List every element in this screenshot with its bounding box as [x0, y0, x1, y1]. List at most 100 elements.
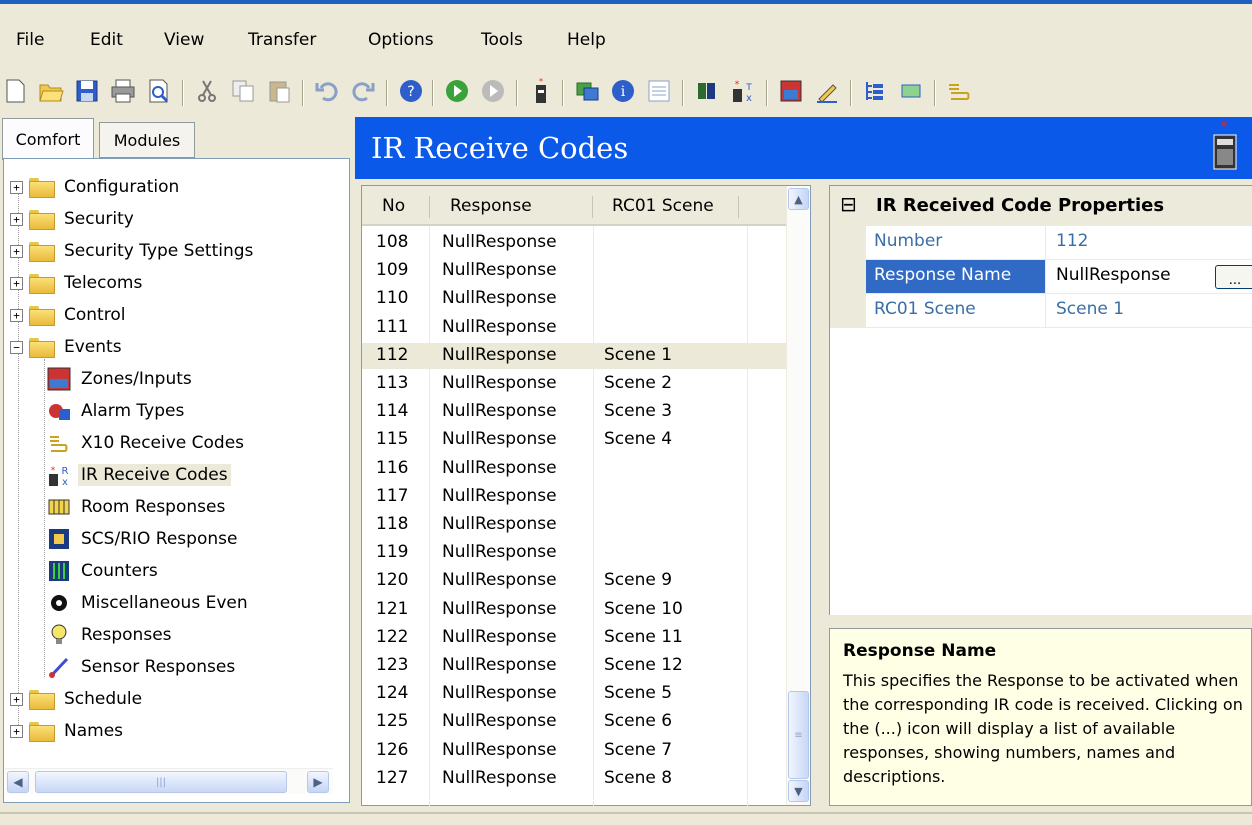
table-row[interactable]: 126 NullResponse Scene 7 [362, 738, 786, 764]
go-online-icon[interactable] [442, 76, 472, 106]
tree-horizontal-scrollbar[interactable]: ◀ ||| ▶ [5, 768, 333, 794]
tree-item-names[interactable]: Names [61, 720, 126, 742]
property-row-response-name[interactable]: Response Name NullResponse [866, 260, 1252, 294]
tree-item-schedule[interactable]: Schedule [61, 688, 145, 710]
tree-list-icon[interactable] [860, 76, 890, 106]
tree-item-configuration[interactable]: Configuration [61, 176, 182, 198]
table-row[interactable]: 115 NullResponse Scene 4 [362, 427, 786, 453]
table-row[interactable]: 125 NullResponse Scene 6 [362, 709, 786, 735]
tree-item-scs-rio-response[interactable]: SCS/RIO Response [78, 528, 240, 550]
paste-icon[interactable] [264, 76, 294, 106]
column-header-no[interactable]: No [382, 196, 405, 216]
folder-icon [29, 306, 55, 326]
property-row-rc01-scene[interactable]: RC01 Scene Scene 1 [866, 294, 1252, 328]
tree-item-x10-receive-codes[interactable]: X10 Receive Codes [78, 432, 247, 454]
tab-modules[interactable]: Modules [99, 122, 195, 158]
collapse-icon[interactable]: ⊟ [840, 192, 857, 216]
column-header-rc01-scene[interactable]: RC01 Scene [612, 196, 714, 216]
copy-icon[interactable] [228, 76, 258, 106]
tree-item-ir-receive-codes[interactable]: IR Receive Codes [78, 464, 231, 486]
table-row[interactable]: 113 NullResponse Scene 2 [362, 371, 786, 397]
tree-item-room-responses[interactable]: Room Responses [78, 496, 228, 518]
grid-vertical-scrollbar[interactable]: ▲ ≡ ▼ [786, 186, 810, 805]
tree-item-miscellaneous-events[interactable]: Miscellaneous Even [78, 592, 251, 614]
table-row[interactable]: 110 NullResponse [362, 286, 786, 312]
menu-view[interactable]: View [164, 30, 204, 50]
expand-icon[interactable]: + [10, 724, 23, 738]
browse-responses-button[interactable]: ... [1215, 265, 1252, 289]
expand-icon[interactable]: + [10, 212, 23, 226]
pencil-icon[interactable] [812, 76, 842, 106]
table-row[interactable]: 121 NullResponse Scene 10 [362, 597, 786, 623]
new-file-icon[interactable] [0, 76, 30, 106]
zones-icon[interactable] [776, 76, 806, 106]
collapse-icon[interactable]: − [10, 340, 23, 354]
table-row[interactable]: 112 NullResponse Scene 1 [362, 342, 786, 369]
scroll-down-icon[interactable]: ▼ [788, 780, 809, 802]
go-offline-icon[interactable] [478, 76, 508, 106]
scroll-right-icon[interactable]: ▶ [307, 771, 329, 793]
property-value[interactable]: NullResponse [1048, 260, 1179, 290]
table-row[interactable]: 119 NullResponse [362, 540, 786, 566]
open-folder-icon[interactable] [36, 76, 66, 106]
scroll-left-icon[interactable]: ◀ [7, 771, 29, 793]
tree-item-security-type-settings[interactable]: Security Type Settings [61, 240, 256, 262]
tree-item-zones-inputs[interactable]: Zones/Inputs [78, 368, 195, 390]
menu-edit[interactable]: Edit [90, 30, 123, 50]
ir-codes-icon[interactable]: * Tx [728, 76, 758, 106]
expand-icon[interactable]: + [10, 244, 23, 258]
table-row[interactable]: 118 NullResponse [362, 512, 786, 538]
column-header-response[interactable]: Response [450, 196, 532, 216]
cut-icon[interactable] [192, 76, 222, 106]
table-row[interactable]: 117 NullResponse [362, 484, 786, 510]
expand-icon[interactable]: + [10, 180, 23, 194]
table-row[interactable]: 114 NullResponse Scene 3 [362, 399, 786, 425]
ir-remote-icon[interactable]: * [526, 76, 556, 106]
expand-icon[interactable]: + [10, 276, 23, 290]
table-row[interactable]: 109 NullResponse [362, 258, 786, 284]
tree-item-control[interactable]: Control [61, 304, 128, 326]
table-icon[interactable] [896, 76, 926, 106]
save-icon[interactable] [72, 76, 102, 106]
expand-icon[interactable]: + [10, 308, 23, 322]
table-row[interactable]: 122 NullResponse Scene 11 [362, 625, 786, 651]
tree-item-alarm-types[interactable]: Alarm Types [78, 400, 187, 422]
scroll-thumb[interactable]: ≡ [788, 691, 809, 779]
menu-file[interactable]: File [16, 30, 44, 50]
print-preview-icon[interactable] [144, 76, 174, 106]
transfer-icon[interactable] [572, 76, 602, 106]
menu-transfer[interactable]: Transfer [248, 30, 316, 50]
table-row[interactable]: 127 NullResponse Scene 8 [362, 766, 786, 792]
menu-options[interactable]: Options [368, 30, 434, 50]
table-row[interactable]: 124 NullResponse Scene 5 [362, 681, 786, 707]
redo-icon[interactable] [348, 76, 378, 106]
table-row[interactable]: 111 NullResponse [362, 315, 786, 341]
property-row-number[interactable]: Number 112 [866, 226, 1252, 260]
help-icon[interactable]: ? [396, 76, 426, 106]
scroll-thumb[interactable]: ||| [35, 771, 287, 793]
table-row[interactable]: 108 NullResponse [362, 230, 786, 256]
form-icon[interactable] [644, 76, 674, 106]
tree-item-events[interactable]: Events [61, 336, 125, 358]
menu-help[interactable]: Help [567, 30, 606, 50]
tree-item-counters[interactable]: Counters [78, 560, 161, 582]
tree-item-responses[interactable]: Responses [78, 624, 175, 646]
tree-item-security[interactable]: Security [61, 208, 137, 230]
property-value[interactable]: Scene 1 [1048, 294, 1132, 324]
print-icon[interactable] [108, 76, 138, 106]
property-value[interactable]: 112 [1048, 226, 1096, 256]
undo-icon[interactable] [312, 76, 342, 106]
expand-icon[interactable]: + [10, 692, 23, 706]
tab-comfort[interactable]: Comfort [2, 118, 94, 160]
table-row[interactable]: 123 NullResponse Scene 12 [362, 653, 786, 679]
modules-icon[interactable] [692, 76, 722, 106]
menu-tools[interactable]: Tools [481, 30, 523, 50]
scroll-up-icon[interactable]: ▲ [788, 188, 809, 210]
info-icon[interactable]: i [608, 76, 638, 106]
ir-remote-icon: * [1213, 119, 1237, 170]
x10-icon[interactable] [944, 76, 974, 106]
tree-item-telecoms[interactable]: Telecoms [61, 272, 145, 294]
table-row[interactable]: 116 NullResponse [362, 456, 786, 482]
tree-item-sensor-responses[interactable]: Sensor Responses [78, 656, 238, 678]
table-row[interactable]: 120 NullResponse Scene 9 [362, 568, 786, 594]
